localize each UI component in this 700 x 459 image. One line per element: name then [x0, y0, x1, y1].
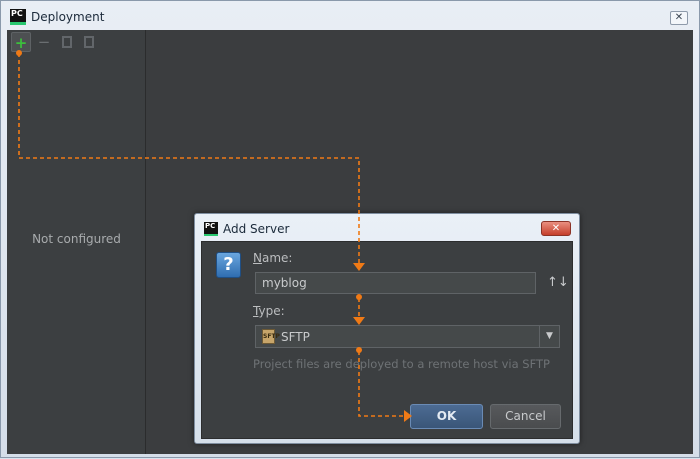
question-icon: ?	[216, 252, 241, 278]
pycharm-logo-icon: PC	[10, 9, 26, 25]
remove-server-button[interactable]: −	[34, 32, 54, 52]
type-label: Type:	[253, 304, 285, 318]
not-configured-label: Not configured	[32, 232, 121, 246]
server-list-pane: + − Not configured	[7, 30, 146, 454]
paste-icon	[84, 36, 94, 48]
dialog-title: Add Server	[223, 222, 290, 236]
name-label-text: ame:	[261, 251, 293, 265]
name-label: Name:	[253, 251, 292, 265]
copy-server-button[interactable]	[57, 32, 77, 52]
deployment-window: PC Deployment ✕ + − Not configured PC Ad…	[0, 0, 700, 458]
dialog-close-button[interactable]: ✕	[541, 221, 571, 236]
window-close-button[interactable]: ✕	[670, 11, 688, 25]
type-label-text: ype:	[258, 304, 285, 318]
name-label-mnemonic: N	[253, 251, 262, 265]
window-title: Deployment	[31, 10, 105, 24]
type-hint-text: Project files are deployed to a remote h…	[253, 357, 550, 371]
chevron-down-icon[interactable]: ▼	[539, 326, 559, 347]
pycharm-logo-icon: PC	[204, 222, 218, 236]
window-titlebar[interactable]: PC Deployment ✕	[1, 1, 699, 29]
cancel-button[interactable]: Cancel	[490, 404, 561, 429]
type-select[interactable]: SFTP SFTP ▼	[255, 325, 560, 348]
paste-server-button[interactable]	[79, 32, 99, 52]
dialog-body: ? Name: myblog ↑↓ Type: SFTP SFTP ▼ Proj…	[201, 241, 573, 439]
sort-arrows-icon[interactable]: ↑↓	[547, 274, 569, 292]
add-server-dialog: PC Add Server ✕ ? Name: myblog ↑↓ Type: …	[194, 213, 580, 444]
type-select-value: SFTP	[281, 330, 310, 344]
sftp-icon: SFTP	[262, 329, 280, 344]
copy-icon	[62, 36, 72, 48]
ok-button[interactable]: OK	[410, 404, 483, 429]
add-server-button[interactable]: +	[11, 32, 31, 52]
name-input[interactable]: myblog	[255, 272, 536, 294]
